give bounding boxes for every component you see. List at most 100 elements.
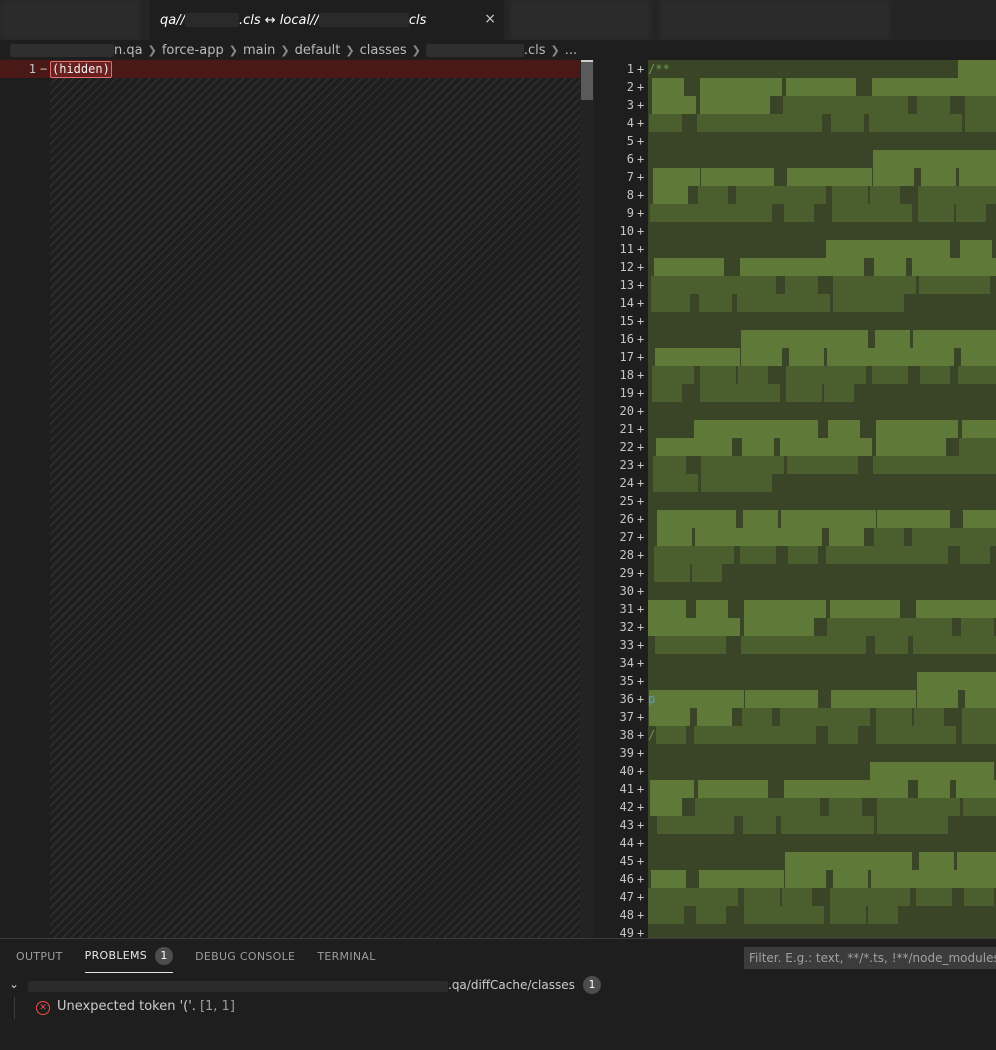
line-number: 21 <box>619 422 634 436</box>
pixel-block <box>743 510 778 528</box>
problem-group[interactable]: ⌄ .qa/diffCache/classes 1 <box>0 975 996 997</box>
scrollbar-thumb[interactable] <box>581 62 593 100</box>
chevron-down-icon[interactable]: ⌄ <box>9 977 19 991</box>
line-gutter <box>0 60 50 938</box>
added-line[interactable]: 35 + <box>594 672 996 690</box>
pixel-block <box>784 780 834 798</box>
pixel-block <box>956 492 996 510</box>
added-line[interactable]: 31 + <box>594 600 996 618</box>
added-line[interactable]: 26 + <box>594 510 996 528</box>
added-line[interactable]: 30 + <box>594 582 996 600</box>
breadcrumb-item[interactable]: n.qa <box>114 43 143 58</box>
blurred-tab[interactable] <box>0 0 140 40</box>
added-line[interactable]: 6 + <box>594 150 996 168</box>
added-line[interactable]: 19 + <box>594 384 996 402</box>
modified-editor[interactable]: 1 +/** 2 +3 +4 +5 +6 +7 +8 +9 +10 +11 +12 +13 +14 +15 +1… <box>594 60 996 942</box>
pixel-block <box>916 600 966 618</box>
blurred-tab[interactable] <box>660 0 890 40</box>
close-icon[interactable]: × <box>484 11 496 27</box>
added-line[interactable]: 9 + <box>594 204 996 222</box>
tab-debug-console[interactable]: DEBUG CONSOLE <box>195 939 295 973</box>
added-line[interactable]: 12 + <box>594 258 996 276</box>
added-line[interactable]: 17 + <box>594 348 996 366</box>
added-line[interactable]: 44 + <box>594 834 996 852</box>
added-line[interactable]: 3 + <box>594 96 996 114</box>
added-line[interactable]: 8 + <box>594 186 996 204</box>
original-editor[interactable]: 1 − (hidden) <box>0 60 594 938</box>
pixel-block <box>912 258 962 276</box>
added-line[interactable]: 7 + <box>594 168 996 186</box>
added-line[interactable]: 13 + <box>594 276 996 294</box>
added-line[interactable]: 25 + <box>594 492 996 510</box>
breadcrumb-item[interactable]: main <box>243 43 275 58</box>
added-line[interactable]: 47 + <box>594 888 996 906</box>
tab-output[interactable]: OUTPUT <box>16 939 63 973</box>
problems-filter-input[interactable]: Filter. E.g.: text, **/*.ts, !**/node_mo… <box>744 947 996 969</box>
added-marker: + <box>637 908 645 922</box>
breadcrumb-item[interactable]: default <box>295 43 341 58</box>
removed-code: (hidden) <box>50 61 112 78</box>
pixel-block <box>912 240 950 258</box>
added-line[interactable]: 36 + p <box>594 690 996 708</box>
breadcrumb-redacted <box>10 43 114 57</box>
tab-diff-editor[interactable]: qa//.cls ↔ local//cls × <box>150 0 504 40</box>
added-line[interactable]: 5 + <box>594 132 996 150</box>
added-line[interactable]: 24 + <box>594 474 996 492</box>
added-line[interactable]: 48 + <box>594 906 996 924</box>
added-marker: + <box>637 134 645 148</box>
group-count-badge: 1 <box>583 976 601 994</box>
added-line[interactable]: 42 + <box>594 798 996 816</box>
added-line[interactable]: 1 +/** <box>594 60 996 78</box>
added-line[interactable]: 27 + <box>594 528 996 546</box>
added-marker: + <box>637 260 645 274</box>
pixel-block <box>961 330 996 348</box>
added-line-bg <box>648 366 996 384</box>
added-line[interactable]: 23 + <box>594 456 996 474</box>
added-line[interactable]: 10 + <box>594 222 996 240</box>
added-line[interactable]: 4 + <box>594 114 996 132</box>
added-line[interactable]: 11 + <box>594 240 996 258</box>
added-line[interactable]: 45 + <box>594 852 996 870</box>
breadcrumb-item[interactable]: classes <box>360 43 407 58</box>
pixel-block <box>961 636 996 654</box>
added-line-bg <box>648 636 996 654</box>
problem-item[interactable]: ✕ Unexpected token '('. [1, 1] <box>14 997 995 1019</box>
added-line-bg <box>648 294 996 312</box>
pixel-block <box>782 906 824 924</box>
added-line[interactable]: 46 + <box>594 870 996 888</box>
scrollbar[interactable] <box>580 60 594 938</box>
added-line[interactable]: 32 + <box>594 618 996 636</box>
added-line[interactable]: 38 + / <box>594 726 996 744</box>
added-line[interactable]: 37 + <box>594 708 996 726</box>
removed-line[interactable]: 1 − (hidden) <box>0 60 580 78</box>
breadcrumb-item[interactable]: force-app <box>162 43 224 58</box>
added-code: / <box>648 728 656 742</box>
added-line[interactable]: 33 + <box>594 636 996 654</box>
added-line[interactable]: 2 + <box>594 78 996 96</box>
blurred-tab[interactable] <box>510 0 650 40</box>
problem-message: Unexpected token '('. [1, 1] <box>57 999 235 1014</box>
added-line[interactable]: 16 + <box>594 330 996 348</box>
added-marker: + <box>637 764 645 778</box>
added-line[interactable]: 43 + <box>594 816 996 834</box>
breadcrumb-item[interactable]: ... <box>565 43 577 58</box>
tab-terminal[interactable]: TERMINAL <box>317 939 375 973</box>
added-line[interactable]: 14 + <box>594 294 996 312</box>
empty-diff-region <box>50 78 580 938</box>
added-line[interactable]: 34 + <box>594 654 996 672</box>
pixel-block <box>828 708 870 726</box>
added-line[interactable]: 41 + <box>594 780 996 798</box>
pixel-block <box>651 294 690 312</box>
added-line[interactable]: 20 + <box>594 402 996 420</box>
added-line[interactable]: 29 + <box>594 564 996 582</box>
added-line[interactable]: 21 + <box>594 420 996 438</box>
added-line[interactable]: 18 + <box>594 366 996 384</box>
added-line[interactable]: 15 + <box>594 312 996 330</box>
added-line[interactable]: 39 + <box>594 744 996 762</box>
tab-problems[interactable]: PROBLEMS 1 <box>84 939 174 973</box>
added-line[interactable]: 40 + <box>594 762 996 780</box>
breadcrumb-item[interactable]: .cls <box>524 43 546 58</box>
added-line[interactable]: 28 + <box>594 546 996 564</box>
pixel-block <box>832 492 866 510</box>
added-line[interactable]: 22 + <box>594 438 996 456</box>
